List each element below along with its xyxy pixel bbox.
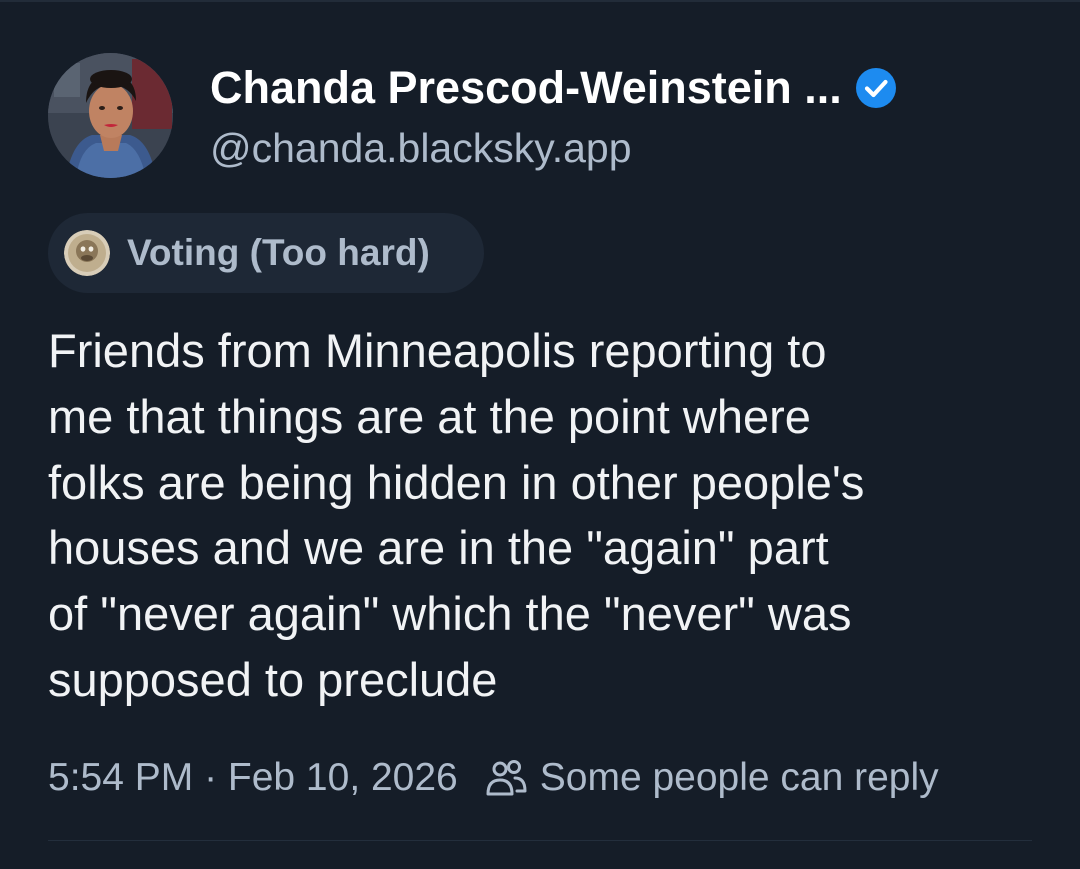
author-handle[interactable]: @chanda.blacksky.app [210,125,632,172]
labeler-avatar-icon [64,230,110,276]
label-text: Voting (Too hard) [127,232,430,273]
post-timestamp[interactable]: 5:54 PM · Feb 10, 2026 [48,756,458,800]
verified-check-icon [855,68,896,108]
post-line: me that things are at the point where [48,389,811,443]
top-divider [0,0,1080,2]
reply-setting-label[interactable]: Some people can reply [540,756,939,800]
moderation-label-chip[interactable]: Voting (Too hard) [48,213,484,293]
author-display-name[interactable]: Chanda Prescod-Weinstein ... [210,62,842,114]
post-line: folks are being hidden in other people's [48,455,865,509]
post-line: supposed to preclude [48,652,498,706]
post-body: Friends from Minneapolis reporting to me… [48,318,1048,713]
post-thread-item: Chanda Prescod-Weinstein ... @chanda.bla… [0,0,1080,869]
post-line: of "never again" which the "never" was [48,587,852,641]
author-avatar[interactable] [48,53,173,178]
people-icon [484,756,528,800]
avatar-portrait [48,53,173,178]
author-name-row[interactable]: Chanda Prescod-Weinstein ... [210,62,896,114]
bottom-divider [48,840,1032,841]
post-line: houses and we are in the "again" part [48,521,829,575]
post-meta-row: 5:54 PM · Feb 10, 2026 Some people can r… [48,752,939,804]
post-line: Friends from Minneapolis reporting to [48,324,827,377]
